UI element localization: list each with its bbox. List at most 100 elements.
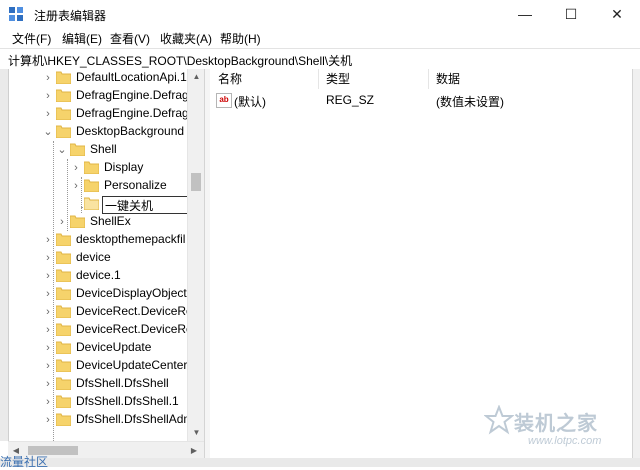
column-divider[interactable] [318, 69, 319, 89]
expand-arrow-icon[interactable]: › [42, 339, 54, 357]
menu-view[interactable]: 查看(V) [110, 30, 150, 47]
scroll-right-arrow-icon[interactable]: ▶ [186, 442, 202, 459]
value-data[interactable]: (数值未设置) [436, 93, 504, 110]
column-divider[interactable] [428, 69, 429, 89]
tree-item[interactable]: › DeviceDisplayObject [42, 285, 204, 303]
collapse-arrow-icon[interactable]: ⌄ [56, 141, 68, 159]
folder-icon [56, 323, 71, 336]
scroll-up-arrow-icon[interactable]: ▲ [188, 69, 205, 85]
folder-open-icon [56, 125, 71, 138]
folder-icon [56, 395, 71, 408]
tree-item[interactable]: › DfsShell.DfsShell.1 [42, 393, 204, 411]
column-header-name[interactable]: 名称 [218, 69, 242, 89]
expand-arrow-icon[interactable]: › [42, 321, 54, 339]
key-tree-pane[interactable]: › DefaultLocationApi.1 › DefragEngine.De… [0, 69, 204, 441]
folder-icon [84, 161, 99, 174]
expand-arrow-icon[interactable]: › [42, 105, 54, 123]
folder-icon [56, 341, 71, 354]
value-type[interactable]: REG_SZ [326, 93, 374, 107]
address-path[interactable]: 计算机\HKEY_CLASSES_ROOT\DesktopBackground\… [8, 52, 352, 69]
expand-arrow-icon[interactable]: › [70, 159, 82, 177]
string-value-icon: ab [216, 93, 232, 108]
tree-item[interactable]: › device [42, 249, 204, 267]
tree-item[interactable]: › desktopthemepackfil [42, 231, 204, 249]
tree-item[interactable]: › Display [70, 159, 204, 177]
tree-item-label: DeviceRect.DeviceRec [76, 322, 199, 336]
value-name[interactable]: (默认) [234, 93, 266, 110]
close-button[interactable]: ✕ [594, 0, 640, 28]
expand-arrow-icon[interactable]: › [70, 177, 82, 195]
expand-arrow-icon[interactable]: › [42, 411, 54, 429]
expand-arrow-icon[interactable]: › [56, 213, 68, 231]
menu-file[interactable]: 文件(F) [12, 30, 51, 47]
column-header-data[interactable]: 数据 [436, 69, 460, 89]
tree-item-shell[interactable]: ⌄ Shell [56, 141, 204, 159]
expand-arrow-icon[interactable]: › [42, 285, 54, 303]
address-bar[interactable]: 计算机\HKEY_CLASSES_ROOT\DesktopBackground\… [0, 48, 640, 70]
tree-item[interactable]: › DefaultLocationApi.1 [42, 69, 204, 87]
tree-item[interactable]: › DeviceUpdateCenter [42, 357, 204, 375]
tree-item-label: DefaultLocationApi.1 [76, 70, 187, 84]
title-bar: 注册表编辑器 — ☐ ✕ [0, 0, 640, 28]
folder-icon [56, 71, 71, 84]
tree-item-label: DeviceRect.DeviceRec [76, 304, 199, 318]
empty-twisty [70, 195, 82, 213]
folder-icon [84, 197, 99, 210]
tree-item[interactable]: › DeviceRect.DeviceRec [42, 321, 204, 339]
left-edge-strip [0, 69, 9, 441]
scroll-down-arrow-icon[interactable]: ▼ [188, 425, 205, 441]
tree-item[interactable]: › Personalize [70, 177, 204, 195]
folder-open-icon [70, 143, 85, 156]
collapse-arrow-icon[interactable]: ⌄ [42, 123, 54, 141]
folder-icon [56, 305, 71, 318]
tree-item-label: DeviceUpdateCenter [76, 358, 188, 372]
expand-arrow-icon[interactable]: › [42, 87, 54, 105]
folder-icon [70, 215, 85, 228]
watermark-logo: 装机之家 www.lotpc.com [484, 405, 634, 455]
corner-overlay-text: 流量社区 [0, 455, 49, 469]
bottom-edge-strip [0, 458, 640, 467]
tree-item-label: DeviceUpdate [76, 340, 152, 354]
tree-item-label: DesktopBackground [76, 124, 185, 138]
menu-help[interactable]: 帮助(H) [220, 30, 261, 47]
tree-item-label: ShellEx [90, 214, 131, 228]
tree-vertical-scrollbar[interactable]: ▲ ▼ [187, 69, 205, 441]
folder-icon [56, 359, 71, 372]
tree-item[interactable]: › DfsShell.DfsShell [42, 375, 204, 393]
tree-item-label: DfsShell.DfsShell.1 [76, 394, 179, 408]
minimize-button[interactable]: — [502, 0, 548, 28]
maximize-button[interactable]: ☐ [548, 0, 594, 28]
expand-arrow-icon[interactable]: › [42, 393, 54, 411]
expand-arrow-icon[interactable]: › [42, 249, 54, 267]
tree-item[interactable]: › DefragEngine.Defrag [42, 87, 204, 105]
tree-item-label: DeviceDisplayObject [76, 286, 187, 300]
column-header-type[interactable]: 类型 [326, 69, 350, 89]
tree-item[interactable]: › ShellEx [56, 213, 204, 231]
expand-arrow-icon[interactable]: › [42, 375, 54, 393]
expand-arrow-icon[interactable]: › [42, 303, 54, 321]
watermark-text: 装机之家 [514, 413, 598, 435]
tree-item-label: Shell [90, 142, 117, 156]
expand-arrow-icon[interactable]: › [42, 357, 54, 375]
expand-arrow-icon[interactable]: › [42, 267, 54, 285]
tree-item[interactable]: › DefragEngine.Defrag [42, 105, 204, 123]
rename-key-input[interactable]: 一键关机 [102, 196, 188, 214]
tree-item[interactable]: › device.1 [42, 267, 204, 285]
tree-item[interactable]: › DeviceRect.DeviceRec [42, 303, 204, 321]
values-list-pane[interactable]: 名称 类型 数据 ab (默认) REG_SZ (数值未设置) [210, 69, 632, 458]
folder-icon [56, 107, 71, 120]
menu-favorites[interactable]: 收藏夹(A) [160, 30, 212, 47]
tree-item[interactable]: › DeviceUpdate [42, 339, 204, 357]
expand-arrow-icon[interactable]: › [42, 231, 54, 249]
tree-item[interactable]: › DfsShell.DfsShellAdm [42, 411, 204, 429]
folder-icon [56, 269, 71, 282]
tree-item-desktopbackground[interactable]: ⌄ DesktopBackground [42, 123, 204, 141]
tree-item-label: device [76, 250, 111, 264]
tree-item-label: device.1 [76, 268, 121, 282]
folder-icon [56, 251, 71, 264]
menu-edit[interactable]: 编辑(E) [62, 30, 102, 47]
folder-icon [56, 233, 71, 246]
scroll-thumb[interactable] [191, 173, 201, 191]
tree-item-label: Display [104, 160, 144, 174]
expand-arrow-icon[interactable]: › [42, 69, 54, 87]
